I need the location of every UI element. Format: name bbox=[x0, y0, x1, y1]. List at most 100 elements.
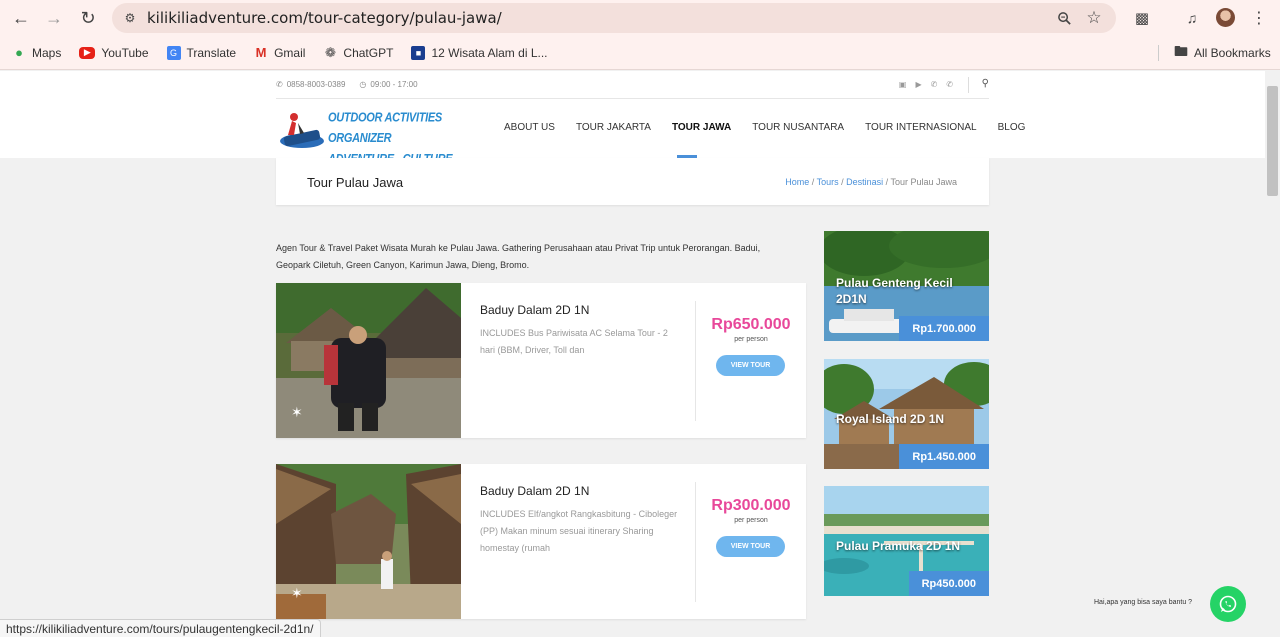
tour-name[interactable]: Baduy Dalam 2D 1N bbox=[480, 484, 589, 498]
site-settings-icon[interactable]: ⚙ bbox=[120, 8, 140, 28]
bookmarks-divider bbox=[1158, 45, 1159, 61]
sidebar-tour-name: Pulau Genteng Kecil 2D1N bbox=[836, 276, 953, 306]
social-links: ▣ ▶ ✆ ✆ bbox=[899, 80, 953, 89]
whatsapp-prompt[interactable]: Hai,apa yang bisa saya bantu ? bbox=[1094, 599, 1192, 606]
clock-icon: ◷ bbox=[359, 80, 367, 89]
share-icon[interactable]: ✶ bbox=[291, 404, 303, 421]
tour-description: INCLUDES Elf/angkot Rangkasbitung - Cibo… bbox=[480, 509, 678, 553]
whatsapp-chat-button[interactable] bbox=[1210, 586, 1246, 622]
nav-blog[interactable]: BLOG bbox=[998, 122, 1026, 133]
search-icon[interactable]: ⚲ bbox=[982, 78, 989, 89]
sidebar-tour-name: Pulau Pramuka 2D 1N bbox=[836, 539, 961, 553]
phone-info[interactable]: ✆ 0858-8003-0389 bbox=[276, 80, 345, 89]
status-bar-url: https://kilikiliadventure.com/tours/pula… bbox=[0, 619, 321, 637]
breadcrumb: Home / Tours / Destinasi / Tour Pulau Ja… bbox=[785, 177, 957, 187]
page-title: Tour Pulau Jawa bbox=[307, 175, 404, 190]
all-bookmarks[interactable]: 🖿 All Bookmarks bbox=[1174, 43, 1271, 60]
breadcrumb-current: Tour Pulau Jawa bbox=[890, 177, 957, 187]
sidebar-tour-price: Rp1.700.000 bbox=[899, 316, 989, 341]
bookmark-wisata[interactable]: ■ 12 Wisata Alam di L... bbox=[411, 45, 548, 60]
sidebar-tour-price: Rp1.450.000 bbox=[899, 444, 989, 469]
translate-icon: G bbox=[166, 45, 181, 60]
nav-tour-jakarta[interactable]: TOUR JAKARTA bbox=[576, 122, 651, 133]
nav-tour-internasional[interactable]: TOUR INTERNASIONAL bbox=[865, 122, 977, 133]
chatgpt-icon: ❁ bbox=[324, 44, 336, 60]
phone-number: 0858-8003-0389 bbox=[286, 80, 346, 89]
price-unit: per person bbox=[734, 517, 768, 524]
address-url[interactable]: kilikiliadventure.com/tour-category/pula… bbox=[147, 9, 502, 27]
tour-name[interactable]: Baduy Dalam 2D 1N bbox=[480, 303, 589, 317]
maps-icon: ● bbox=[15, 45, 23, 60]
tour-image[interactable]: ✶ bbox=[276, 283, 461, 438]
sidebar-tour-card[interactable]: Royal Island 2D 1N Rp1.450.000 bbox=[824, 359, 989, 469]
menu-icon[interactable]: ⋮ bbox=[1245, 4, 1273, 32]
back-icon[interactable]: ← bbox=[7, 4, 35, 32]
youtube-icon: ▶ bbox=[79, 46, 96, 59]
instagram-icon[interactable]: ▣ bbox=[899, 80, 907, 89]
hours-info: ◷ 09:00 - 17:00 bbox=[359, 80, 417, 89]
page-title-bar: Tour Pulau Jawa Home / Tours / Destinasi… bbox=[276, 158, 989, 205]
view-tour-button[interactable]: VIEW TOUR bbox=[716, 536, 785, 557]
price-unit: per person bbox=[734, 336, 768, 343]
forward-icon[interactable]: → bbox=[40, 4, 68, 32]
bookmark-label: Gmail bbox=[274, 45, 306, 60]
sidebar-tour-price: Rp450.000 bbox=[908, 571, 989, 596]
youtube-icon[interactable]: ▶ bbox=[915, 80, 921, 89]
address-bar[interactable]: ⚙ kilikiliadventure.com/tour-category/pu… bbox=[112, 3, 1116, 33]
avatar[interactable] bbox=[1216, 8, 1235, 27]
bookmark-maps[interactable]: ● Maps bbox=[12, 45, 62, 60]
tour-price: Rp650.000 bbox=[711, 316, 791, 333]
view-tour-button[interactable]: VIEW TOUR bbox=[716, 355, 785, 376]
tour-card[interactable]: ✶ Baduy Dalam 2D 1N INCLUDES Bus Pariwis… bbox=[276, 283, 806, 438]
browser-toolbar: ← → ↻ ⚙ kilikiliadventure.com/tour-categ… bbox=[0, 0, 1280, 36]
gmail-icon: M bbox=[255, 45, 267, 60]
share-icon[interactable]: ✶ bbox=[291, 585, 303, 602]
whatsapp-icon[interactable]: ✆ bbox=[931, 80, 938, 89]
logo-line-1: OUTDOOR ACTIVITIES ORGANIZER bbox=[328, 111, 442, 146]
sidebar-tour-name: Royal Island 2D 1N bbox=[836, 412, 945, 426]
bookmark-label: Maps bbox=[32, 45, 62, 60]
top-info-bar: ✆ 0858-8003-0389 ◷ 09:00 - 17:00 ▣ ▶ ✆ ✆ ⚲ bbox=[276, 71, 989, 99]
tour-image[interactable]: ✶ bbox=[276, 464, 461, 619]
bookmark-label: Translate bbox=[186, 45, 237, 60]
bookmarks-bar: ● Maps ▶ YouTube G Translate M Gmail ❁ ChatGP… bbox=[0, 36, 1280, 70]
bookmark-label: 12 Wisata Alam di L... bbox=[431, 45, 548, 60]
bookmark-translate[interactable]: G Translate bbox=[166, 45, 237, 60]
media-control-icon[interactable]: ♫ bbox=[1178, 4, 1206, 32]
breadcrumb-separator: / bbox=[809, 177, 817, 187]
bookmark-youtube[interactable]: ▶ YouTube bbox=[79, 45, 149, 60]
bookmark-star-icon[interactable]: ☆ bbox=[1084, 8, 1104, 28]
breadcrumb-home[interactable]: Home bbox=[785, 177, 809, 187]
main-nav: ABOUT US TOUR JAKARTA TOUR JAWA TOUR NUS… bbox=[504, 122, 1046, 133]
site-logo[interactable]: OUTDOOR ACTIVITIES ORGANIZER ADVENTURE -… bbox=[278, 111, 458, 187]
web-page: ✆ 0858-8003-0389 ◷ 09:00 - 17:00 ▣ ▶ ✆ ✆ ⚲… bbox=[0, 71, 1265, 637]
nav-tour-nusantara[interactable]: TOUR NUSANTARA bbox=[752, 122, 844, 133]
breadcrumb-separator: / bbox=[838, 177, 847, 187]
tour-price: Rp300.000 bbox=[711, 497, 791, 514]
site-favicon-icon: ■ bbox=[411, 45, 426, 60]
tour-card[interactable]: ✶ Baduy Dalam 2D 1N INCLUDES Elf/angkot … bbox=[276, 464, 806, 619]
logo-mark-icon bbox=[280, 113, 324, 148]
breadcrumb-destinasi[interactable]: Destinasi bbox=[846, 177, 883, 187]
bookmark-gmail[interactable]: M Gmail bbox=[254, 45, 306, 60]
bookmark-label: ChatGPT bbox=[343, 45, 394, 60]
category-intro: Agen Tour & Travel Paket Wisata Murah ke… bbox=[276, 243, 761, 270]
extensions-icon[interactable]: ▩ bbox=[1128, 4, 1156, 32]
zoom-icon[interactable] bbox=[1054, 8, 1074, 28]
nav-about-us[interactable]: ABOUT US bbox=[504, 122, 555, 133]
phone-icon: ✆ bbox=[276, 80, 283, 89]
reload-icon[interactable]: ↻ bbox=[74, 4, 102, 32]
sidebar-tour-card[interactable]: Pulau Genteng Kecil 2D1N Rp1.700.000 bbox=[824, 231, 989, 341]
nav-tour-jawa[interactable]: TOUR JAWA bbox=[672, 122, 731, 133]
breadcrumb-tours[interactable]: Tours bbox=[817, 177, 839, 187]
bookmark-label: YouTube bbox=[101, 45, 149, 60]
opening-hours: 09:00 - 17:00 bbox=[370, 80, 418, 89]
sidebar-tour-card[interactable]: Pulau Pramuka 2D 1N Rp450.000 bbox=[824, 486, 989, 596]
folder-icon: 🖿 bbox=[1174, 43, 1188, 59]
bookmark-chatgpt[interactable]: ❁ ChatGPT bbox=[323, 44, 394, 60]
tour-description: INCLUDES Bus Pariwisata AC Selama Tour -… bbox=[480, 328, 668, 355]
all-bookmarks-label: All Bookmarks bbox=[1194, 46, 1271, 60]
scrollbar-thumb[interactable] bbox=[1267, 86, 1278, 196]
divider bbox=[968, 77, 969, 93]
whatsapp-icon[interactable]: ✆ bbox=[946, 80, 953, 89]
